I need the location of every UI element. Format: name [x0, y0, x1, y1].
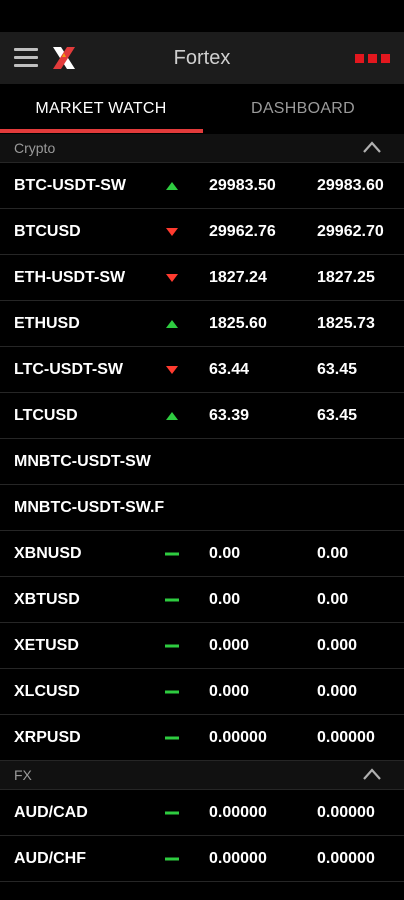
market-row[interactable]: AUD/CHF 0.00000 0.00000	[0, 836, 404, 882]
bid-price: 0.00000	[209, 850, 267, 867]
ask-price: 1827.25	[317, 269, 375, 286]
symbol-label: MNBTC-USDT-SW	[14, 453, 151, 470]
up-arrow-icon	[166, 182, 178, 190]
symbol-label: ETHUSD	[14, 315, 80, 332]
ask-price: 0.000	[317, 683, 358, 700]
chevron-up-icon[interactable]	[362, 140, 382, 154]
ask-price: 0.00000	[317, 850, 375, 867]
market-row[interactable]: ETH-USDT-SW 1827.24 1827.25	[0, 255, 404, 301]
bid-price: 1825.60	[209, 315, 267, 332]
market-watch-list: Crypto BTC-USDT-SW 29983.50 29983.60 BTCUSD 2…	[0, 134, 404, 882]
down-arrow-icon	[166, 274, 178, 282]
symbol-label: LTC-USDT-SW	[14, 361, 124, 378]
down-arrow-icon	[166, 366, 178, 374]
symbol-label: XBTUSD	[14, 591, 80, 608]
more-options-icon[interactable]	[355, 54, 390, 63]
bid-price: 0.000	[209, 683, 250, 700]
market-row[interactable]: AUD/CAD 0.00000 0.00000	[0, 790, 404, 836]
symbol-label: BTCUSD	[14, 223, 81, 240]
section-label: Crypto	[14, 140, 56, 156]
bid-price: 63.44	[209, 361, 250, 378]
chevron-up-icon[interactable]	[362, 767, 382, 781]
symbol-label: XBNUSD	[14, 545, 82, 562]
symbol-label: ETH-USDT-SW	[14, 269, 126, 286]
up-arrow-icon	[166, 412, 178, 420]
ask-price: 0.000	[317, 637, 358, 654]
ask-price: 29962.70	[317, 223, 384, 240]
up-arrow-icon	[166, 320, 178, 328]
ask-price: 29983.60	[317, 177, 384, 194]
symbol-label: LTCUSD	[14, 407, 78, 424]
section-header-fx[interactable]: FX	[0, 761, 404, 790]
market-row[interactable]: XLCUSD 0.000 0.000	[0, 669, 404, 715]
status-bar	[0, 0, 404, 32]
bid-price: 1827.24	[209, 269, 267, 286]
no-change-dash-icon	[165, 552, 179, 556]
no-change-dash-icon	[165, 857, 179, 861]
symbol-label: BTC-USDT-SW	[14, 177, 126, 194]
ask-price: 1825.73	[317, 315, 375, 332]
bid-price: 63.39	[209, 407, 250, 424]
ask-price: 63.45	[317, 361, 358, 378]
market-row[interactable]: XRPUSD 0.00000 0.00000	[0, 715, 404, 761]
ask-price: 0.00000	[317, 804, 375, 821]
market-row[interactable]: ETHUSD 1825.60 1825.73	[0, 301, 404, 347]
ask-price: 0.00000	[317, 729, 375, 746]
active-tab-indicator	[0, 129, 203, 133]
market-row[interactable]: XBNUSD 0.00 0.00	[0, 531, 404, 577]
market-row[interactable]: XBTUSD 0.00 0.00	[0, 577, 404, 623]
tab-bar: MARKET WATCH DASHBOARD	[0, 84, 404, 134]
no-change-dash-icon	[165, 811, 179, 815]
app-title: Fortex	[173, 47, 231, 69]
symbol-label: AUD/CAD	[14, 804, 88, 821]
bid-price: 29962.76	[209, 223, 276, 240]
symbol-label: MNBTC-USDT-SW.F	[14, 499, 165, 516]
symbol-label: AUD/CHF	[14, 850, 86, 867]
ask-price: 0.00	[317, 591, 349, 608]
symbol-label: XRPUSD	[14, 729, 81, 746]
no-change-dash-icon	[165, 598, 179, 602]
no-change-dash-icon	[165, 736, 179, 740]
market-row[interactable]: MNBTC-USDT-SW	[0, 439, 404, 485]
market-row[interactable]: XETUSD 0.000 0.000	[0, 623, 404, 669]
tab-dashboard[interactable]: DASHBOARD	[202, 84, 404, 134]
ask-price: 0.00	[317, 545, 349, 562]
market-row[interactable]: BTC-USDT-SW 29983.50 29983.60	[0, 163, 404, 209]
market-row[interactable]: LTCUSD 63.39 63.45	[0, 393, 404, 439]
app-bar: Fortex	[0, 32, 404, 84]
no-change-dash-icon	[165, 690, 179, 694]
tab-market-watch[interactable]: MARKET WATCH	[0, 84, 202, 134]
market-row[interactable]: MNBTC-USDT-SW.F	[0, 485, 404, 531]
market-row[interactable]: BTCUSD 29962.76 29962.70	[0, 209, 404, 255]
bid-price: 0.000	[209, 637, 250, 654]
symbol-label: XLCUSD	[14, 683, 80, 700]
down-arrow-icon	[166, 228, 178, 236]
symbol-label: XETUSD	[14, 637, 79, 654]
section-label: FX	[14, 767, 32, 783]
bid-price: 0.00000	[209, 729, 267, 746]
bid-price: 0.00	[209, 545, 241, 562]
bid-price: 29983.50	[209, 177, 276, 194]
ask-price: 63.45	[317, 407, 358, 424]
no-change-dash-icon	[165, 644, 179, 648]
market-row[interactable]: LTC-USDT-SW 63.44 63.45	[0, 347, 404, 393]
bid-price: 0.00	[209, 591, 241, 608]
section-header-crypto[interactable]: Crypto	[0, 134, 404, 163]
bid-price: 0.00000	[209, 804, 267, 821]
